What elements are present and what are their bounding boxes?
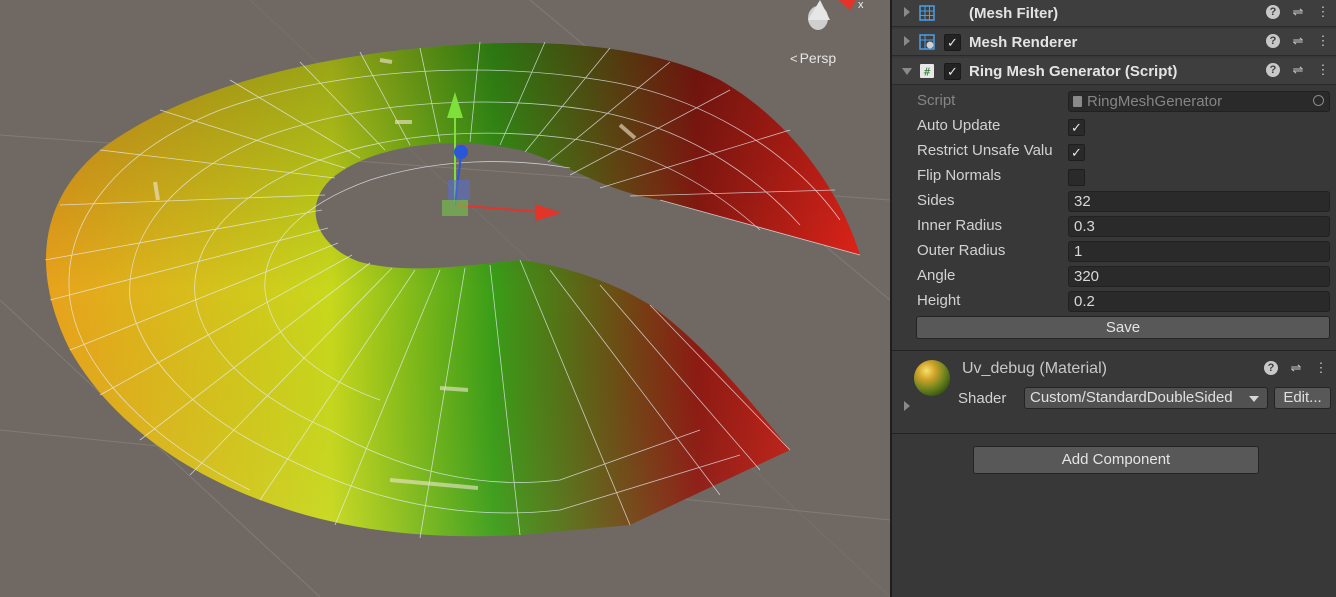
script-field: RingMeshGenerator [1068,91,1330,112]
angle-label: Angle [917,267,956,284]
axis-x-label: x [858,0,864,11]
outer-radius-field[interactable]: 1 [1068,241,1330,262]
projection-toggle[interactable]: < Persp [790,50,836,66]
restrict-unsafe-values-label: Restrict Unsafe Valu [917,142,1053,159]
outer-radius-label: Outer Radius [917,242,1006,259]
chevron-down-icon [1249,396,1259,402]
fold-arrow-icon[interactable] [904,36,910,46]
script-field-value: RingMeshGenerator [1087,93,1223,110]
divider [892,350,1336,351]
restrict-unsafe-values-checkbox[interactable]: ✓ [1068,144,1085,161]
mesh-filter-icon [919,5,935,21]
divider [892,433,1336,434]
script-file-icon [1073,96,1082,107]
help-icon[interactable]: ? [1266,34,1280,48]
shader-dropdown[interactable]: Custom/StandardDoubleSided [1024,387,1268,409]
presets-icon[interactable]: ⇌ [1291,63,1305,77]
orientation-gizmo[interactable]: x [808,0,864,30]
ring-mesh-generator-header[interactable]: # ✓ Ring Mesh Generator (Script) ? ⇌ ⋮ [892,58,1336,85]
mesh-filter-header[interactable]: (Mesh Filter) ? ⇌ ⋮ [892,0,1336,27]
flip-normals-label: Flip Normals [917,167,1002,184]
chevron-left-icon: < [790,51,798,66]
script-icon: # [920,64,934,79]
mesh-renderer-header[interactable]: ✓ Mesh Renderer ? ⇌ ⋮ [892,29,1336,56]
help-icon[interactable]: ? [1266,5,1280,19]
scene-view[interactable]: x < Persp [0,0,890,597]
kebab-menu-icon[interactable]: ⋮ [1316,63,1330,77]
presets-icon[interactable]: ⇌ [1289,361,1303,375]
scene-canvas[interactable]: x [0,0,890,597]
shader-dropdown-value: Custom/StandardDoubleSided [1030,389,1233,406]
inner-radius-field[interactable]: 0.3 [1068,216,1330,237]
material-title: Uv_debug (Material) [962,360,1107,377]
mesh-renderer-icon [919,34,935,50]
height-label: Height [917,292,961,309]
presets-icon[interactable]: ⇌ [1291,34,1305,48]
help-icon[interactable]: ? [1266,63,1280,77]
flip-normals-checkbox[interactable] [1068,169,1085,186]
material-fold-arrow-icon[interactable] [904,401,910,411]
shader-label: Shader [958,390,1007,407]
kebab-menu-icon[interactable]: ⋮ [1316,34,1330,48]
inner-radius-label: Inner Radius [917,217,1003,234]
script-label: Script [917,92,956,109]
kebab-menu-icon[interactable]: ⋮ [1316,5,1330,19]
mesh-renderer-toggle[interactable]: ✓ [944,34,961,51]
save-button[interactable]: Save [916,316,1330,339]
fold-arrow-icon[interactable] [904,7,910,17]
edit-shader-button[interactable]: Edit... [1274,387,1331,409]
svg-text:#: # [924,66,931,79]
presets-icon[interactable]: ⇌ [1291,5,1305,19]
component-title: (Mesh Filter) [969,5,1059,22]
help-icon[interactable]: ? [1264,361,1278,375]
material-preview [914,360,950,396]
auto-update-label: Auto Update [917,117,1001,134]
angle-field[interactable]: 320 [1068,266,1330,287]
sides-label: Sides [917,192,955,209]
auto-update-checkbox[interactable]: ✓ [1068,119,1085,136]
kebab-menu-icon[interactable]: ⋮ [1314,361,1328,375]
ring-mesh-generator-toggle[interactable]: ✓ [944,63,961,80]
object-picker-icon [1313,95,1324,106]
projection-label: Persp [799,50,837,66]
fold-arrow-icon[interactable] [902,68,912,75]
add-component-button[interactable]: Add Component [973,446,1259,474]
inspector-panel: (Mesh Filter) ? ⇌ ⋮ ✓ Mesh Renderer ? ⇌ … [890,0,1336,597]
component-title: Ring Mesh Generator (Script) [969,63,1178,80]
component-title: Mesh Renderer [969,34,1078,51]
height-field[interactable]: 0.2 [1068,291,1330,312]
sides-field[interactable]: 32 [1068,191,1330,212]
